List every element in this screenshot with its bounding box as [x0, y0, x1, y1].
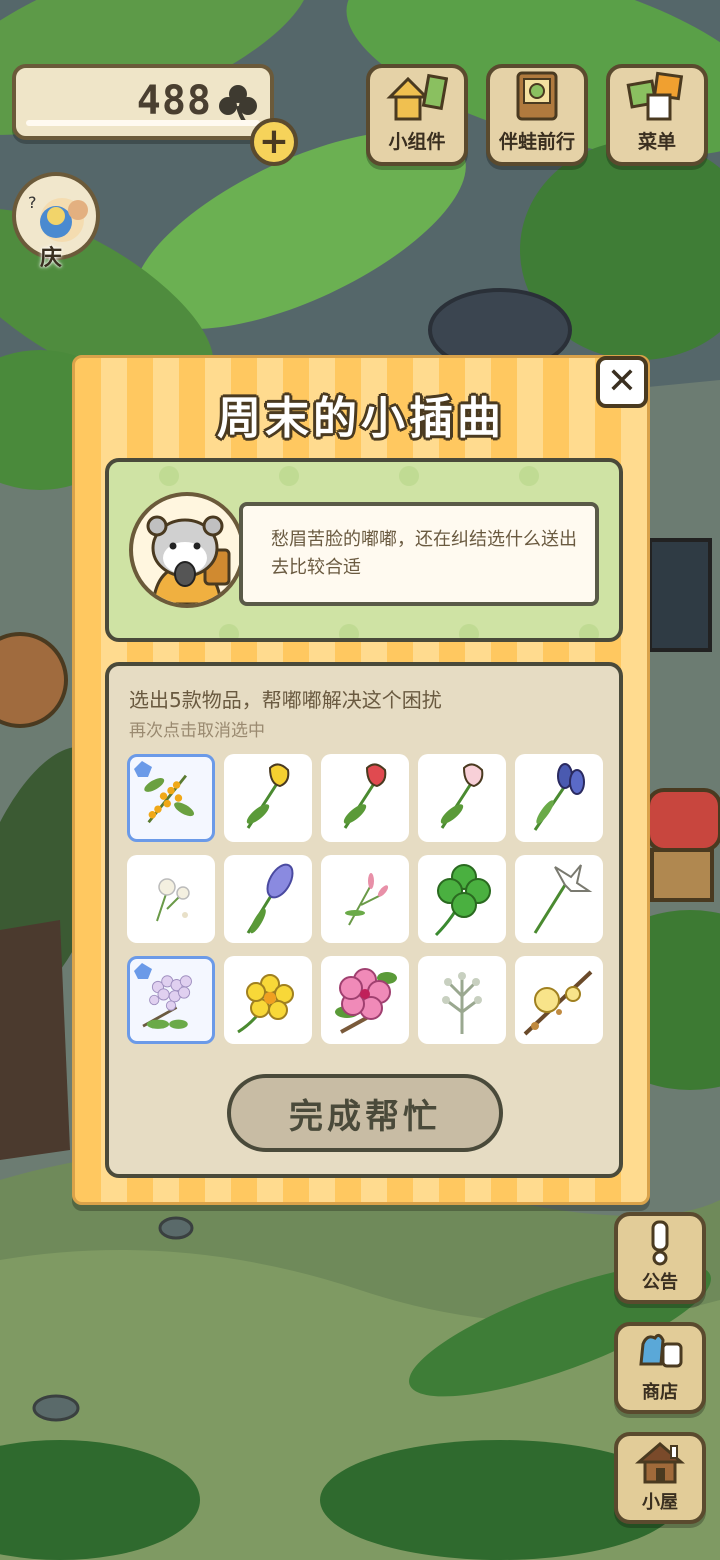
- item-hibiscus[interactable]: [321, 956, 409, 1044]
- white-lily-icon: [533, 864, 593, 934]
- story-text: 愁眉苦脸的嘟嘟，还在纠结选什么送出去比较合适: [271, 529, 577, 578]
- item-four-leaf-clover[interactable]: [418, 855, 506, 943]
- house-label: 小屋: [642, 1492, 678, 1513]
- item-wintersweet[interactable]: [515, 956, 603, 1044]
- announcement-button[interactable]: 公告: [614, 1212, 706, 1304]
- selection-hint: 再次点击取消选中: [129, 721, 265, 741]
- widget-button[interactable]: 小组件: [366, 64, 468, 166]
- dialog-title: 周末的小插曲: [217, 393, 505, 444]
- item-dandelion[interactable]: [127, 855, 215, 943]
- widget-icon: [386, 73, 448, 121]
- item-buttercup[interactable]: [224, 956, 312, 1044]
- dandelion-icon: [156, 878, 190, 922]
- menu-button-label: 菜单: [637, 131, 676, 153]
- hamster-icon: [146, 515, 231, 604]
- silver-herb-icon: [442, 972, 482, 1034]
- shop-label: 商店: [642, 1382, 678, 1403]
- clover-currency-display: 488: [12, 64, 274, 140]
- item-yellow-tulip[interactable]: [224, 754, 312, 842]
- avatar-badge-label: 庆: [40, 246, 63, 271]
- widget-button-label: 小组件: [388, 131, 446, 153]
- flower-item-grid: [127, 754, 603, 1044]
- item-pink-tulip[interactable]: [418, 754, 506, 842]
- hibiscus-icon: [335, 968, 397, 1034]
- exclamation-icon: [651, 1220, 669, 1266]
- frog-book-icon: [516, 71, 558, 121]
- announcement-label: 公告: [642, 1272, 678, 1293]
- four-leaf-clover-icon: [434, 864, 491, 937]
- item-red-tulip[interactable]: [321, 754, 409, 842]
- selected-hand-icon: [134, 963, 152, 979]
- item-pink-sprig[interactable]: [321, 855, 409, 943]
- frog-journey-button[interactable]: 伴蛙前行: [486, 64, 588, 166]
- episode-dialog: 周末的小插曲 愁眉苦脸的嘟嘟，还在纠结选什么送出去比较合适 选出5款物品，帮嘟嘟…: [72, 355, 650, 1205]
- hyacinth-icon: [246, 863, 294, 934]
- shop-bag-icon: [639, 1333, 683, 1368]
- red-tulip-icon: [343, 763, 387, 829]
- pink-tulip-icon: [440, 763, 484, 829]
- item-hyacinth[interactable]: [224, 855, 312, 943]
- item-white-lily[interactable]: [515, 855, 603, 943]
- hamster-portrait: [129, 492, 245, 608]
- pink-sprig-icon: [345, 873, 389, 926]
- item-osmanthus[interactable]: [127, 754, 215, 842]
- complete-help-button[interactable]: 完成帮忙: [227, 1074, 503, 1152]
- clover-amount: 488: [136, 78, 212, 124]
- menu-icon: [626, 71, 684, 121]
- close-dialog-button[interactable]: ✕: [596, 356, 648, 408]
- item-selection-panel: 选出5款物品，帮嘟嘟解决这个困扰 再次点击取消选中 完成帮忙: [105, 662, 623, 1178]
- svg-text:?: ?: [28, 193, 37, 212]
- item-lilac[interactable]: [127, 956, 215, 1044]
- add-clover-button[interactable]: +: [250, 118, 298, 166]
- iris-icon: [533, 763, 585, 831]
- story-speech-bubble: 愁眉苦脸的嘟嘟，还在纠结选什么送出去比较合适: [239, 502, 599, 606]
- wintersweet-icon: [523, 970, 593, 1036]
- item-silver-herb[interactable]: [418, 956, 506, 1044]
- yellow-tulip-icon: [246, 763, 290, 829]
- frog-journey-button-label: 伴蛙前行: [498, 131, 575, 153]
- buttercup-icon: [237, 974, 294, 1034]
- house-icon: [635, 1442, 685, 1484]
- story-panel: 愁眉苦脸的嘟嘟，还在纠结选什么送出去比较合适: [105, 458, 623, 642]
- selected-hand-icon: [134, 761, 152, 777]
- menu-button[interactable]: 菜单: [606, 64, 708, 166]
- selection-instruction: 选出5款物品，帮嘟嘟解决这个困扰: [129, 688, 442, 712]
- house-button[interactable]: 小屋: [614, 1432, 706, 1524]
- shop-button[interactable]: 商店: [614, 1322, 706, 1414]
- item-iris[interactable]: [515, 754, 603, 842]
